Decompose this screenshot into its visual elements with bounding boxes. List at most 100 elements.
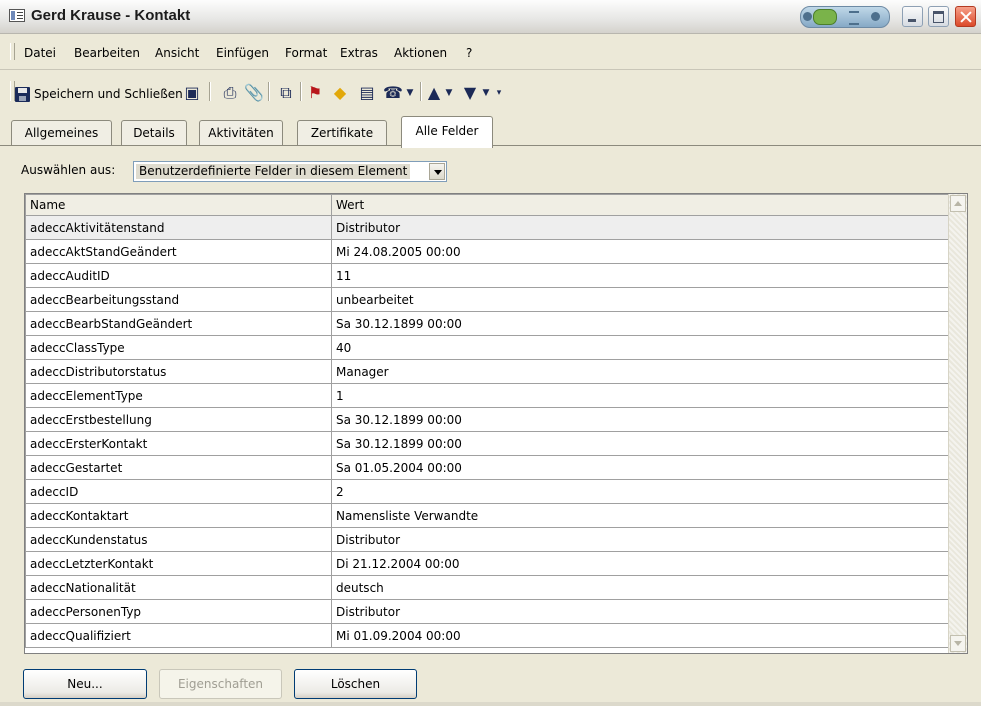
- attach-icon[interactable]: 📎: [244, 84, 264, 102]
- cell-field-value: Sa 01.05.2004 00:00: [331, 455, 949, 480]
- table-row[interactable]: adeccClassType 40: [25, 335, 949, 360]
- scroll-up-icon[interactable]: [950, 195, 966, 212]
- flag-icon[interactable]: ⚑: [305, 84, 325, 102]
- display-map-icon[interactable]: ▤: [357, 84, 377, 102]
- cell-field-value: Sa 30.12.1899 00:00: [331, 311, 949, 336]
- tab-zertifikate[interactable]: Zertifikate: [297, 120, 387, 146]
- title-bar-addon-icon[interactable]: [800, 6, 890, 28]
- chevron-down-icon[interactable]: ▼: [444, 84, 454, 102]
- addon-ball-icon: [813, 9, 837, 25]
- cell-field-value: Sa 30.12.1899 00:00: [331, 431, 949, 456]
- window-bottom-edge: [0, 702, 981, 706]
- vertical-scrollbar[interactable]: [948, 194, 967, 653]
- menu-help[interactable]: ?: [466, 46, 472, 60]
- previous-item-icon[interactable]: ▲: [424, 84, 444, 102]
- new-contact-from-company-icon[interactable]: ⧉: [276, 84, 296, 102]
- chevron-down-icon[interactable]: [429, 163, 445, 180]
- table-row[interactable]: adeccBearbeitungsstand unbearbeitet: [25, 287, 949, 312]
- next-item-icon[interactable]: ▼: [460, 84, 480, 102]
- cell-field-name: adeccQualifiziert: [25, 623, 332, 648]
- cell-field-value: 1: [331, 383, 949, 408]
- cell-field-name: adeccPersonenTyp: [25, 599, 332, 624]
- menu-grip[interactable]: [10, 43, 15, 60]
- column-header-value[interactable]: Wert: [331, 194, 949, 216]
- menu-bearbeiten[interactable]: Bearbeiten: [74, 46, 140, 60]
- cell-field-value: Mi 01.09.2004 00:00: [331, 623, 949, 648]
- table-row[interactable]: adeccAktivitätenstand Distributor: [25, 215, 949, 240]
- cell-field-value: 2: [331, 479, 949, 504]
- fields-table[interactable]: Name Wert adeccAktivitätenstand Distribut…: [24, 193, 968, 654]
- chevron-down-icon[interactable]: ▼: [481, 84, 491, 102]
- table-row[interactable]: adeccElementType 1: [25, 383, 949, 408]
- menu-format[interactable]: Format: [285, 46, 327, 60]
- table-row[interactable]: adeccGestartet Sa 01.05.2004 00:00: [25, 455, 949, 480]
- print-icon[interactable]: ⎙: [220, 84, 240, 102]
- table-row[interactable]: adeccKontaktart Namensliste Verwandte: [25, 503, 949, 528]
- tab-aktivitaeten[interactable]: Aktivitäten: [199, 120, 283, 146]
- cell-field-value: unbearbeitet: [331, 287, 949, 312]
- menu-aktionen[interactable]: Aktionen: [394, 46, 447, 60]
- table-row[interactable]: adeccQualifiziert Mi 01.09.2004 00:00: [25, 623, 949, 648]
- call-contact-icon[interactable]: ☎: [383, 84, 403, 102]
- cell-field-name: adeccLetzterKontakt: [25, 551, 332, 576]
- table-row[interactable]: adeccNationalität deutsch: [25, 575, 949, 600]
- contact-card-icon: [9, 9, 25, 22]
- save-icon[interactable]: [15, 87, 30, 102]
- chevron-down-icon[interactable]: ▼: [405, 84, 415, 102]
- cell-field-name: adeccAktivitätenstand: [25, 215, 332, 240]
- close-button[interactable]: [955, 6, 976, 27]
- maximize-button[interactable]: [928, 6, 949, 27]
- save-and-close-button[interactable]: Speichern und Schließen: [34, 87, 183, 101]
- menu-datei[interactable]: Datei: [24, 46, 56, 60]
- select-from-label: Auswählen aus:: [21, 163, 116, 177]
- table-row[interactable]: adeccPersonenTyp Distributor: [25, 599, 949, 624]
- field-set-select[interactable]: Benutzerdefinierte Felder in diesem Elem…: [133, 161, 447, 182]
- menu-ansicht[interactable]: Ansicht: [155, 46, 199, 60]
- tab-details[interactable]: Details: [121, 120, 187, 146]
- tab-allgemeines[interactable]: Allgemeines: [11, 120, 112, 146]
- follow-up-icon[interactable]: ◆: [330, 84, 350, 102]
- cell-field-name: adeccErsterKontakt: [25, 431, 332, 456]
- table-row[interactable]: adeccLetzterKontakt Di 21.12.2004 00:00: [25, 551, 949, 576]
- standard-toolbar: Speichern und Schließen ▣ ⎙ 📎 ⧉ ⚑ ◆ ▤ ☎ …: [0, 70, 981, 110]
- cell-field-name: adeccErstbestellung: [25, 407, 332, 432]
- cell-field-value: Di 21.12.2004 00:00: [331, 551, 949, 576]
- cell-field-name: adeccDistributorstatus: [25, 359, 332, 384]
- tab-alle-felder[interactable]: Alle Felder: [401, 116, 493, 148]
- minimize-button[interactable]: [902, 6, 923, 27]
- column-header-name[interactable]: Name: [25, 194, 332, 216]
- toolbar-options-icon[interactable]: ▾: [494, 84, 504, 102]
- cell-field-name: adeccNationalität: [25, 575, 332, 600]
- table-row[interactable]: adeccDistributorstatus Manager: [25, 359, 949, 384]
- table-row[interactable]: adeccAuditID 11: [25, 263, 949, 288]
- table-row[interactable]: adeccKundenstatus Distributor: [25, 527, 949, 552]
- delete-button[interactable]: Löschen: [294, 669, 417, 699]
- cell-field-name: adeccBearbStandGeändert: [25, 311, 332, 336]
- scroll-down-icon[interactable]: [950, 635, 966, 652]
- table-row[interactable]: adeccAktStandGeändert Mi 24.08.2005 00:00: [25, 239, 949, 264]
- table-row[interactable]: adeccBearbStandGeändert Sa 30.12.1899 00:…: [25, 311, 949, 336]
- table-row[interactable]: adeccErsterKontakt Sa 30.12.1899 00:00: [25, 431, 949, 456]
- tab-strip: Allgemeines Details Aktivitäten Zertifik…: [0, 110, 981, 148]
- table-row[interactable]: adeccErstbestellung Sa 30.12.1899 00:00: [25, 407, 949, 432]
- cell-field-name: adeccGestartet: [25, 455, 332, 480]
- field-set-select-value: Benutzerdefinierte Felder in diesem Elem…: [136, 164, 411, 179]
- cell-field-name: adeccClassType: [25, 335, 332, 360]
- table-row[interactable]: adeccID 2: [25, 479, 949, 504]
- cell-field-value: Distributor: [331, 215, 949, 240]
- cell-field-name: adeccAktStandGeändert: [25, 239, 332, 264]
- properties-button[interactable]: Eigenschaften: [159, 669, 282, 699]
- new-button[interactable]: Neu...: [23, 669, 147, 699]
- cell-field-value: Namensliste Verwandte: [331, 503, 949, 528]
- toolbar-separator: [268, 82, 270, 101]
- cell-field-value: Manager: [331, 359, 949, 384]
- menu-extras[interactable]: Extras: [340, 46, 378, 60]
- menu-einfuegen[interactable]: Einfügen: [216, 46, 269, 60]
- save-new-icon[interactable]: ▣: [182, 84, 202, 102]
- window-title: Gerd Krause - Kontakt: [31, 7, 191, 24]
- toolbar-separator: [420, 82, 422, 101]
- cell-field-name: adeccBearbeitungsstand: [25, 287, 332, 312]
- cell-field-value: Sa 30.12.1899 00:00: [331, 407, 949, 432]
- cell-field-value: deutsch: [331, 575, 949, 600]
- cell-field-value: Distributor: [331, 599, 949, 624]
